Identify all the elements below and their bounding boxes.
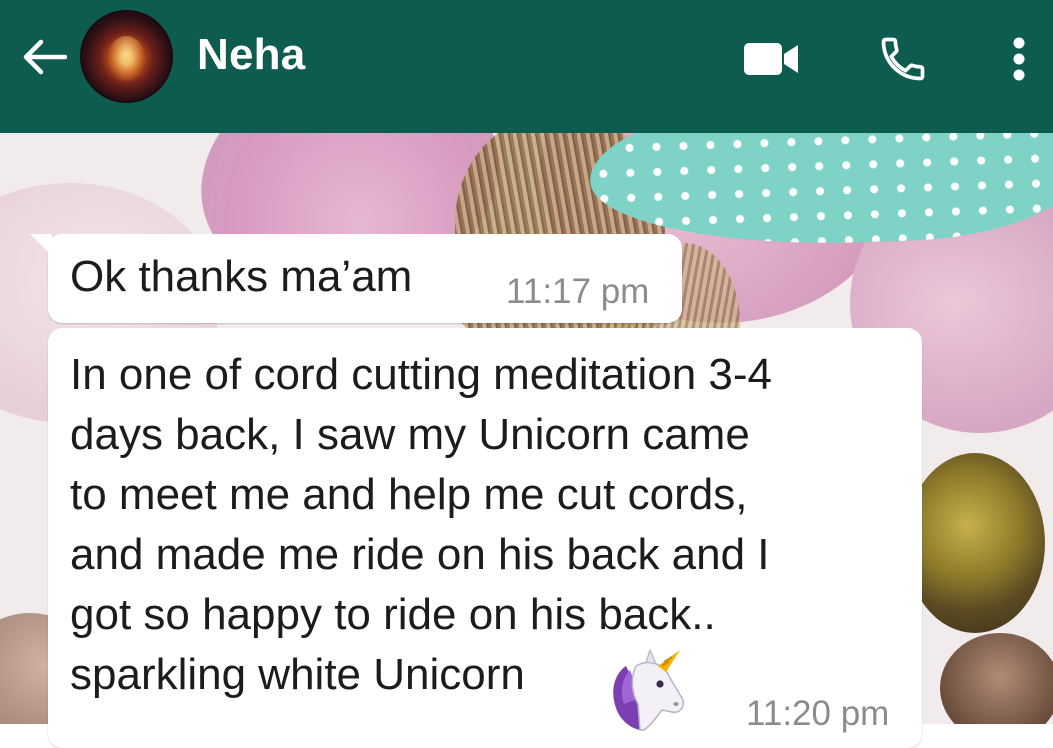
- more-vertical-icon: [1013, 37, 1025, 81]
- voice-call-button[interactable]: [872, 30, 934, 88]
- message-text-line: to meet me and help me cut cords,: [70, 470, 748, 519]
- message-text-line: days back, I saw my Unicorn came: [70, 410, 750, 459]
- wallpaper-turtle: [905, 453, 1045, 633]
- message-text: Ok thanks ma’am: [70, 252, 413, 301]
- contact-avatar[interactable]: [80, 10, 173, 103]
- message-text-line: In one of cord cutting meditation 3-4: [70, 350, 772, 399]
- incoming-message-bubble[interactable]: In one of cord cutting meditation 3-4 da…: [48, 328, 922, 748]
- more-options-button[interactable]: [1000, 30, 1038, 88]
- message-text-line: sparkling white Unicorn: [70, 650, 525, 699]
- unicorn-icon: [613, 648, 684, 731]
- message-text-line: and made me ride on his back and I: [70, 530, 770, 579]
- chat-header: Neha: [0, 0, 1053, 133]
- back-button[interactable]: [18, 34, 70, 80]
- message-text-line: got so happy to ride on his back..: [70, 590, 716, 639]
- back-arrow-icon: [23, 39, 67, 75]
- incoming-message-bubble[interactable]: Ok thanks ma’am 11:17 pm: [30, 234, 682, 323]
- contact-name[interactable]: Neha: [197, 30, 305, 80]
- message-timestamp: 11:17 pm: [506, 272, 650, 311]
- video-camera-icon: [744, 43, 798, 75]
- message-timestamp: 11:20 pm: [746, 694, 890, 733]
- phone-icon: [881, 37, 925, 81]
- wallpaper-shape: [940, 633, 1053, 724]
- video-call-button[interactable]: [740, 36, 802, 82]
